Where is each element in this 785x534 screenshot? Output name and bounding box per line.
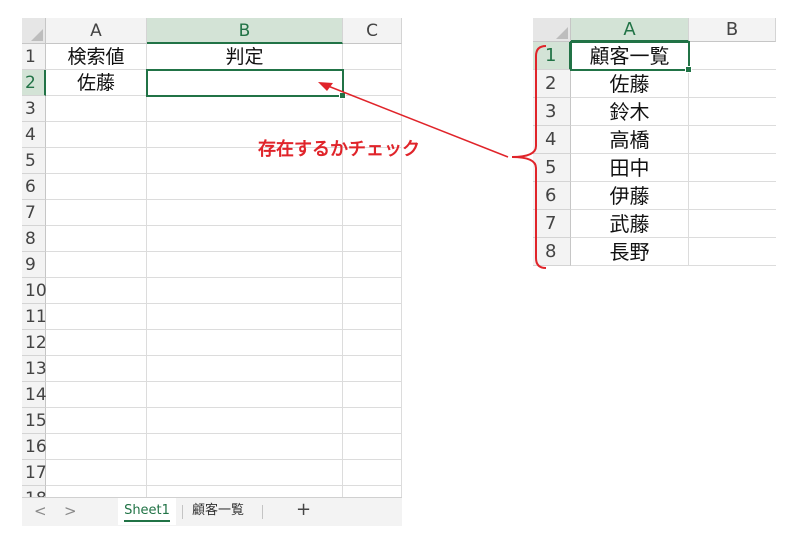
brace-icon — [511, 45, 547, 269]
annotation-overlay — [318, 45, 547, 269]
arrow-annotation-icon — [318, 82, 509, 158]
